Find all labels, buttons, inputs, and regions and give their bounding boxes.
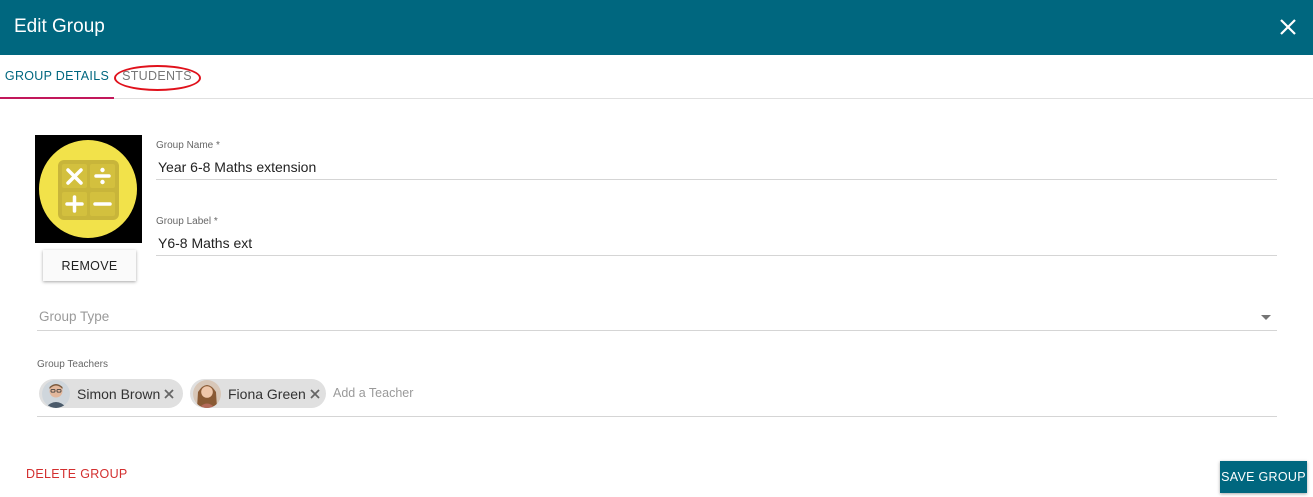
tab-students[interactable]: STUDENTS: [114, 55, 201, 98]
save-group-button[interactable]: SAVE GROUP: [1220, 461, 1307, 493]
teacher-chip[interactable]: Simon Brown: [39, 379, 183, 408]
delete-group-button[interactable]: DELETE GROUP: [26, 467, 128, 481]
tab-group-details-label: GROUP DETAILS: [4, 69, 110, 83]
group-image: [35, 135, 142, 243]
remove-image-button[interactable]: REMOVE: [43, 250, 136, 281]
teacher-name: Simon Brown: [77, 385, 161, 402]
calculator-icon: [39, 140, 137, 238]
avatar: [42, 379, 70, 408]
group-teachers-label: Group Teachers: [37, 359, 108, 370]
group-name-field[interactable]: Group Name * Year 6-8 Maths extension: [156, 140, 1277, 180]
group-label-label: Group Label *: [156, 216, 218, 227]
dropdown-arrow-icon[interactable]: [1261, 315, 1271, 320]
close-icon[interactable]: [1277, 16, 1299, 38]
group-label-input[interactable]: Y6-8 Maths ext: [156, 234, 1277, 252]
add-teacher-input[interactable]: [333, 386, 633, 400]
remove-teacher-icon[interactable]: [308, 387, 322, 401]
group-teachers-underline: [37, 416, 1277, 417]
tab-students-label: STUDENTS: [122, 69, 192, 83]
dialog-title: Edit Group: [14, 16, 105, 37]
dialog-header: Edit Group: [0, 0, 1313, 55]
tab-group-details[interactable]: GROUP DETAILS: [0, 55, 114, 99]
teacher-name: Fiona Green: [228, 385, 306, 402]
group-label-field[interactable]: Group Label * Y6-8 Maths ext: [156, 216, 1277, 256]
teacher-chip[interactable]: Fiona Green: [190, 379, 326, 408]
group-name-underline: [156, 179, 1277, 180]
group-name-input[interactable]: Year 6-8 Maths extension: [156, 158, 1277, 176]
group-type-select[interactable]: Group Type: [37, 305, 1277, 331]
group-teachers-field: Group Teachers Simon Brown Fiona Green A…: [37, 359, 1277, 417]
group-label-underline: [156, 255, 1277, 256]
remove-teacher-icon[interactable]: [162, 387, 176, 401]
avatar: [193, 379, 221, 408]
tab-bar: GROUP DETAILS STUDENTS: [0, 55, 1313, 99]
group-name-label: Group Name *: [156, 140, 220, 151]
group-type-underline: [37, 330, 1277, 331]
group-type-placeholder: Group Type: [39, 309, 110, 324]
active-tab-indicator: [0, 97, 114, 99]
